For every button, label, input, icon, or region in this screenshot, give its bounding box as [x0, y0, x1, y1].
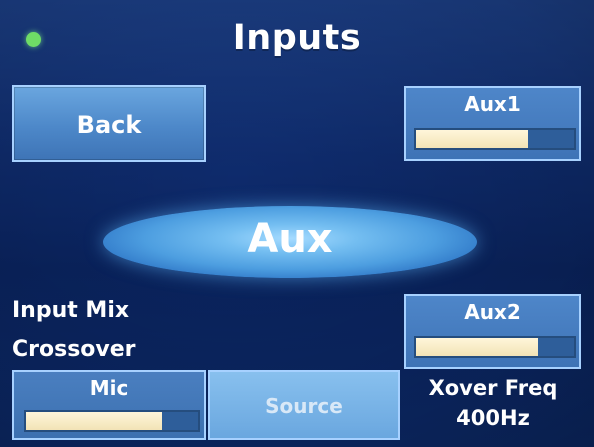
xover-freq-control[interactable]: Xover Freq 400Hz — [402, 370, 584, 440]
inputs-screen: Inputs Back Aux1 Aux Aux2 Input Mix Cros… — [0, 0, 594, 447]
aux2-level-meter — [414, 336, 576, 358]
aux1-meter-button[interactable]: Aux1 — [404, 86, 581, 161]
input-mix-label: Input Mix — [12, 298, 130, 323]
current-source-indicator: Aux — [103, 206, 477, 278]
aux2-level-fill — [416, 338, 538, 356]
mic-level-meter — [24, 410, 200, 432]
source-button-label: Source — [265, 394, 343, 418]
aux1-level-fill — [416, 130, 529, 148]
crossover-label: Crossover — [12, 337, 136, 362]
xover-freq-value: 400Hz — [456, 406, 530, 430]
current-source-label: Aux — [247, 216, 333, 262]
mic-label: Mic — [89, 376, 129, 400]
aux2-meter-button[interactable]: Aux2 — [404, 294, 581, 369]
mic-meter-button[interactable]: Mic — [12, 370, 206, 440]
xover-freq-label: Xover Freq — [428, 376, 558, 400]
mic-level-fill — [26, 412, 162, 430]
source-button[interactable]: Source — [208, 370, 400, 440]
back-button-label: Back — [76, 111, 142, 139]
bottom-bar: Mic Source Xover Freq 400Hz — [12, 370, 584, 440]
aux1-label: Aux1 — [464, 92, 521, 116]
page-title: Inputs — [232, 18, 362, 58]
back-button[interactable]: Back — [12, 85, 206, 162]
aux2-label: Aux2 — [464, 300, 521, 324]
aux1-level-meter — [414, 128, 576, 150]
